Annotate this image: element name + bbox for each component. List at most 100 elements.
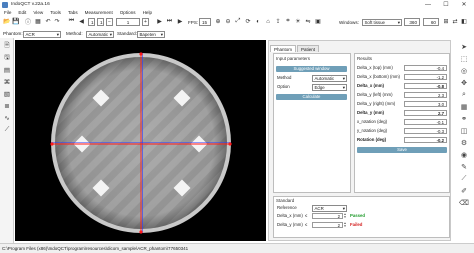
method-select[interactable]: Automatic	[86, 30, 114, 38]
left-toolbar: 🗎 🖫 ▤ ⌘ ▧ ≣ ∿ ⟋	[0, 38, 14, 243]
delta-x-limit-input[interactable]: 2	[312, 213, 343, 219]
contrast-icon[interactable]: ☀	[294, 17, 302, 26]
reference-select[interactable]: ACR	[312, 205, 347, 212]
result-label: Delta_x (mm)	[357, 83, 384, 88]
delta-x-status: Passed	[350, 213, 366, 218]
window-level-input[interactable]: 360	[404, 18, 420, 26]
image-icon[interactable]: ▧	[3, 90, 11, 98]
windows-preset-select[interactable]: Soft tissue	[362, 18, 402, 26]
zoom-in-icon[interactable]: ⊕	[214, 17, 222, 26]
result-value: -0.3	[404, 128, 447, 134]
image-viewer[interactable]	[15, 40, 266, 241]
save-icon[interactable]: 💾	[12, 17, 20, 26]
save-icon[interactable]: 🖫	[3, 54, 11, 62]
grid-icon[interactable]: ▦	[459, 102, 469, 111]
tab-patient[interactable]: Patient	[297, 45, 320, 52]
open-file-icon[interactable]: 🗎	[3, 42, 11, 50]
menu-tabs[interactable]: Tabs	[68, 10, 78, 15]
tag-icon[interactable]: ⌘	[3, 78, 11, 86]
result-value: -0.2	[404, 137, 447, 143]
sync-icon[interactable]: ⇄	[451, 17, 459, 26]
prev-page-icon[interactable]: ◀	[78, 17, 85, 26]
suggested-window-button[interactable]: Suggested window	[276, 66, 347, 72]
input-option-select[interactable]: Edge	[312, 84, 347, 91]
delta-y-limit-input[interactable]: 2	[312, 222, 343, 228]
input-method-select[interactable]: Automatic	[312, 75, 347, 82]
standard-select[interactable]: Bapeten	[137, 30, 165, 38]
crop-icon[interactable]: ⌗	[284, 17, 292, 26]
play-icon[interactable]: ▶	[176, 17, 184, 26]
menu-file[interactable]: File	[4, 10, 11, 15]
delta-x-spinner[interactable]: ▴ ▾	[343, 212, 347, 219]
zoom-out-icon[interactable]: ⊖	[224, 17, 232, 26]
reset-icon[interactable]: ⌂	[264, 17, 272, 26]
result-label: x_rotation (deg)	[357, 119, 388, 124]
phantom-label: Phantom:	[3, 31, 23, 36]
stack-icon[interactable]: ≣	[3, 102, 11, 110]
page-current-input[interactable]: 1	[88, 18, 95, 26]
folder-icon[interactable]: ▤	[3, 66, 11, 74]
circle-roi-icon[interactable]: ◎	[459, 66, 469, 75]
page-total-display: 1	[97, 18, 104, 26]
open-folder-icon[interactable]: 📂	[3, 17, 11, 26]
first-page-icon[interactable]: ⏮	[68, 17, 75, 26]
settings-icon[interactable]: ⚙	[459, 138, 469, 147]
menu-edit[interactable]: Edit	[18, 10, 26, 15]
result-label: Delta_y (mm)	[357, 110, 384, 115]
invert-icon[interactable]: ◐	[254, 17, 262, 26]
menu-view[interactable]: View	[33, 10, 43, 15]
menu-help[interactable]: Help	[143, 10, 152, 15]
window-width-input[interactable]: 60	[423, 18, 439, 26]
fit-icon[interactable]: ⤢	[234, 17, 242, 26]
lock-icon[interactable]: ◧	[460, 17, 468, 26]
close-button[interactable]: ✕	[456, 0, 472, 9]
page-decrement-button[interactable]: −	[106, 18, 113, 26]
result-value: 3.0	[404, 101, 447, 107]
fps-input[interactable]: 15	[199, 18, 211, 26]
delta-y-spinner[interactable]: ▴ ▾	[343, 221, 347, 228]
apply-window-icon[interactable]: ⊞	[442, 17, 450, 26]
menu-tools[interactable]: Tools	[50, 10, 61, 15]
menu-options[interactable]: Options	[120, 10, 136, 15]
standard-title: Standard	[276, 198, 295, 203]
last-page-icon[interactable]: ⏭	[166, 17, 173, 26]
result-value: -0.4	[404, 65, 447, 71]
info-icon[interactable]: ⓘ	[24, 17, 32, 26]
undo-icon[interactable]: ↶	[44, 17, 52, 26]
zoom-icon[interactable]: ⌕	[459, 90, 469, 99]
window-icon[interactable]: ▣	[314, 17, 322, 26]
next-page-icon[interactable]: ▶	[156, 17, 163, 26]
phantom-select[interactable]: ACR	[23, 30, 61, 38]
layers-icon[interactable]: ◫	[459, 126, 469, 135]
result-label: Delta_x (bottom) (mm)	[357, 74, 400, 79]
ruler-icon[interactable]: ⟋	[459, 174, 469, 183]
pan-icon[interactable]: ✥	[459, 78, 469, 87]
pen-icon[interactable]: ✐	[459, 186, 469, 195]
delta-x-operator: ≤	[305, 213, 308, 218]
rotate-icon[interactable]: ⟳	[244, 17, 252, 26]
delta-y-label: Delta_y (mm)	[277, 222, 303, 227]
app-logo-icon	[2, 1, 8, 8]
minimize-button[interactable]: —	[420, 0, 436, 9]
result-label: Delta_x (top) (mm)	[357, 65, 393, 70]
arrow-icon[interactable]: ➤	[459, 42, 469, 51]
delta-y-operator: ≤	[305, 222, 308, 227]
calculate-button[interactable]: Calculate	[276, 94, 347, 100]
slice-number-input[interactable]: 1	[116, 18, 140, 26]
grid-icon[interactable]: ▦	[34, 17, 42, 26]
eraser-icon[interactable]: ⌫	[459, 198, 469, 207]
measure-icon[interactable]: ⬚	[459, 54, 469, 63]
flip-icon[interactable]: ⇋	[304, 17, 312, 26]
link-icon[interactable]: ⚭	[459, 114, 469, 123]
annotate-icon[interactable]: ✎	[459, 162, 469, 171]
page-increment-button[interactable]: +	[142, 18, 149, 26]
tab-phantom[interactable]: Phantom	[270, 45, 297, 52]
eye-icon[interactable]: ◉	[459, 150, 469, 159]
chart-icon[interactable]: ⟋	[3, 126, 11, 134]
redo-icon[interactable]: ↷	[53, 17, 61, 26]
profile-icon[interactable]: ∿	[3, 114, 11, 122]
save-results-button[interactable]: Save	[357, 147, 447, 153]
export-icon[interactable]: ⇪	[274, 17, 282, 26]
menu-measurement[interactable]: Measurement	[85, 10, 113, 15]
maximize-button[interactable]: ☐	[438, 0, 454, 9]
